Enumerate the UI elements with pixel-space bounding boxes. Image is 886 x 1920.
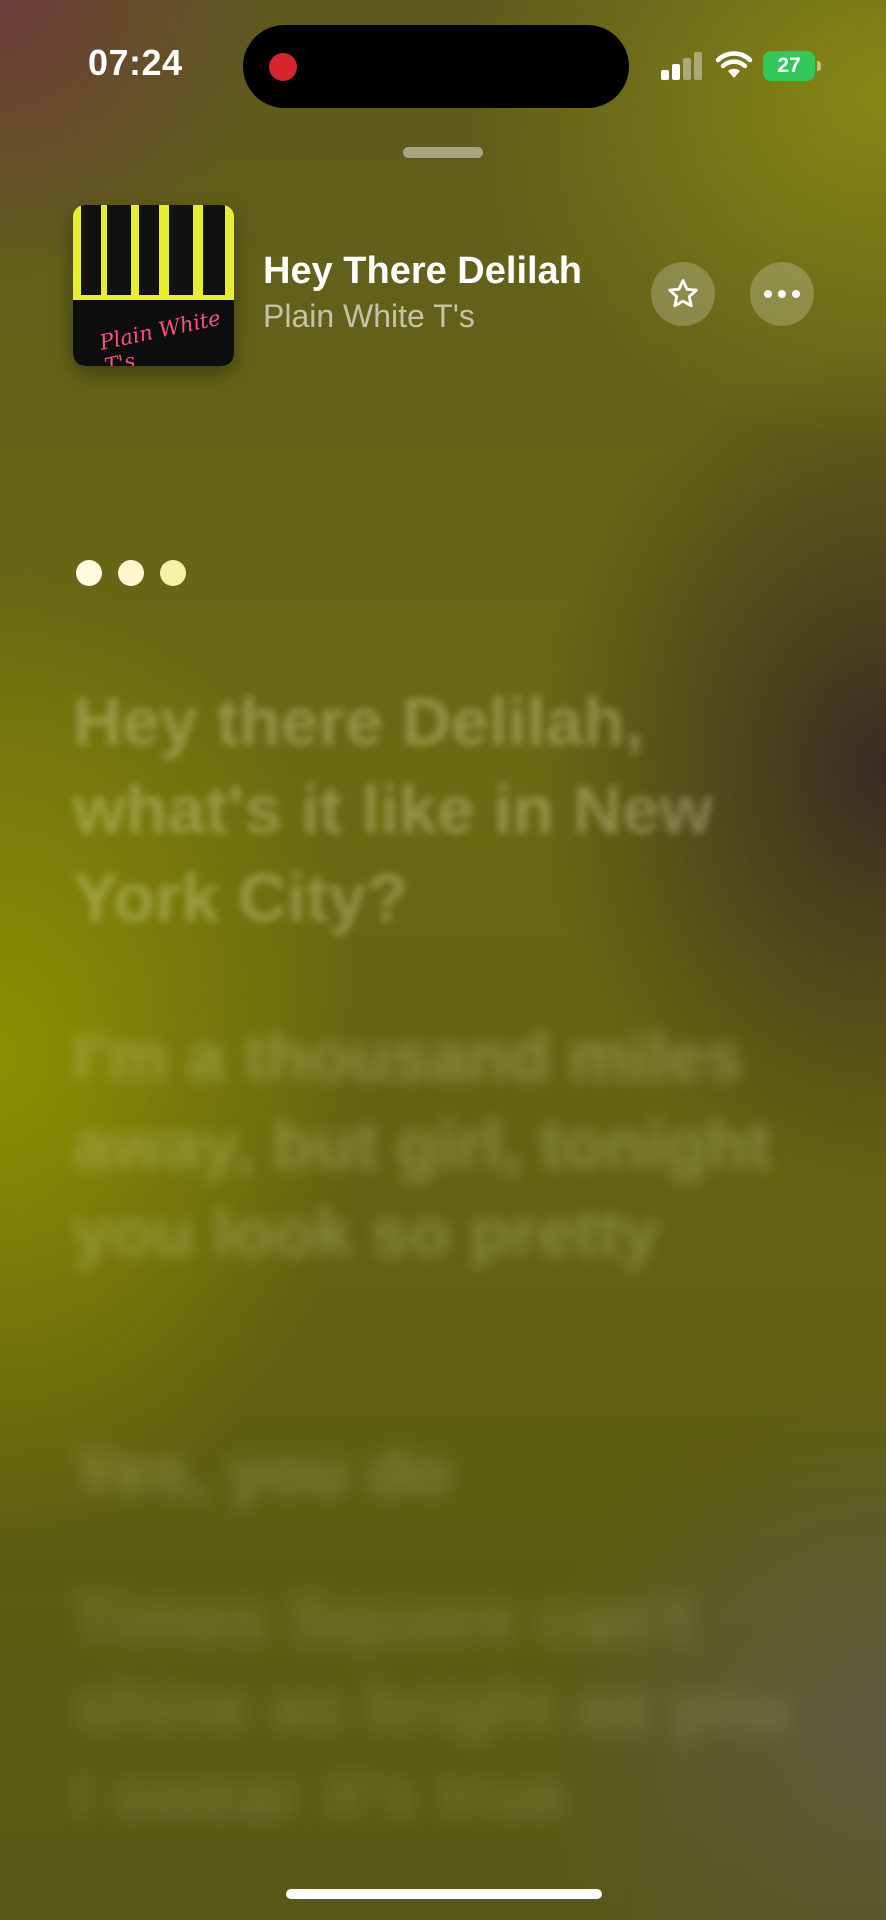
song-artist[interactable]: Plain White T's: [263, 298, 475, 335]
lyric-line[interactable]: I'm a thousand miles away, but girl, ton…: [73, 1013, 793, 1277]
lyric-line[interactable]: Hey there Delilah, what's it like in New…: [73, 678, 793, 942]
cellular-signal-icon: [661, 52, 703, 80]
sheet-grabber[interactable]: [403, 147, 483, 158]
lyric-line[interactable]: Times Square can't shine as bright as yo…: [73, 1575, 793, 1839]
battery-indicator: 27: [763, 51, 821, 81]
wifi-icon: [715, 51, 753, 78]
song-title: Hey There Delilah: [263, 250, 582, 292]
home-indicator[interactable]: [286, 1889, 602, 1899]
lyric-line[interactable]: Yes, you do: [73, 1428, 793, 1516]
favorite-button[interactable]: [651, 262, 715, 326]
album-artwork[interactable]: Plain White T's: [73, 205, 234, 366]
status-time: 07:24: [88, 42, 183, 83]
more-options-button[interactable]: [750, 262, 814, 326]
ellipsis-icon: [761, 285, 803, 303]
dynamic-island[interactable]: [243, 25, 629, 108]
star-icon: [668, 279, 698, 308]
recording-indicator-icon: [269, 53, 297, 81]
